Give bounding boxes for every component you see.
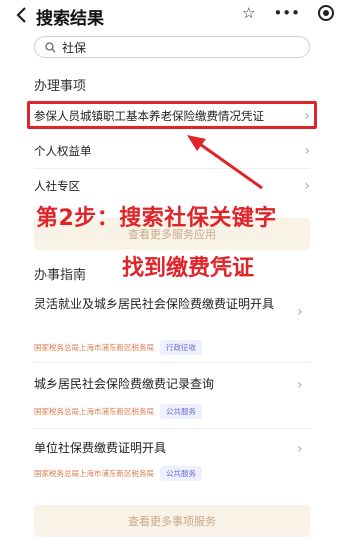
section-title-guide: 办事指南 <box>34 268 87 283</box>
category-tag: 公共服务 <box>160 466 202 481</box>
more-matters-button[interactable]: 查看更多事项服务 <box>34 505 310 537</box>
category-tag: 行政征收 <box>160 340 202 355</box>
divider <box>34 428 310 429</box>
guide-item-meta: 国家税务总局上海市浦东新区税务局 公共服务 <box>34 404 202 419</box>
source-text: 国家税务总局上海市浦东新区税务局 <box>34 469 154 478</box>
guide-item-title[interactable]: 城乡居民社会保险费缴费记录查询 <box>34 376 284 392</box>
category-tag: 公共服务 <box>160 404 202 419</box>
guide-item-meta: 国家税务总局上海市浦东新区税务局 公共服务 <box>34 466 202 481</box>
chevron-right-icon: › <box>297 441 303 457</box>
chevron-right-icon: › <box>297 377 303 393</box>
source-text: 国家税务总局上海市浦东新区税务局 <box>34 343 154 352</box>
guide-item-meta: 国家税务总局上海市浦东新区税务局 行政征收 <box>34 340 202 355</box>
divider <box>34 362 310 363</box>
chevron-right-icon: › <box>297 304 303 320</box>
annotation-result-text: 找到缴费凭证 <box>122 256 255 281</box>
guide-item-title[interactable]: 灵活就业及城乡居民社会保险费缴费证明开具 <box>34 296 284 312</box>
annotation-step-text: 第2步：搜索社保关键字 <box>36 206 277 231</box>
guide-item-title[interactable]: 单位社保费缴费证明开具 <box>34 440 284 456</box>
source-text: 国家税务总局上海市浦东新区税务局 <box>34 407 154 416</box>
